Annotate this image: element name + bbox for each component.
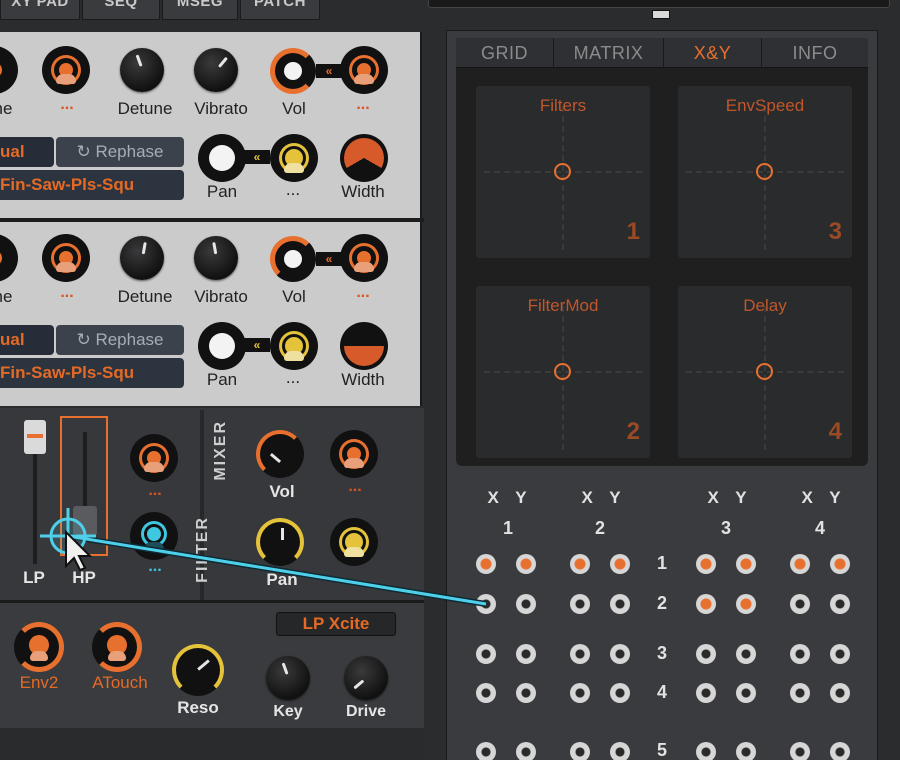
mod-cable [40,508,487,607]
synth-window: XY PAD SEQ MSEG PATCH « ne ... Detune Vi… [0,0,900,760]
